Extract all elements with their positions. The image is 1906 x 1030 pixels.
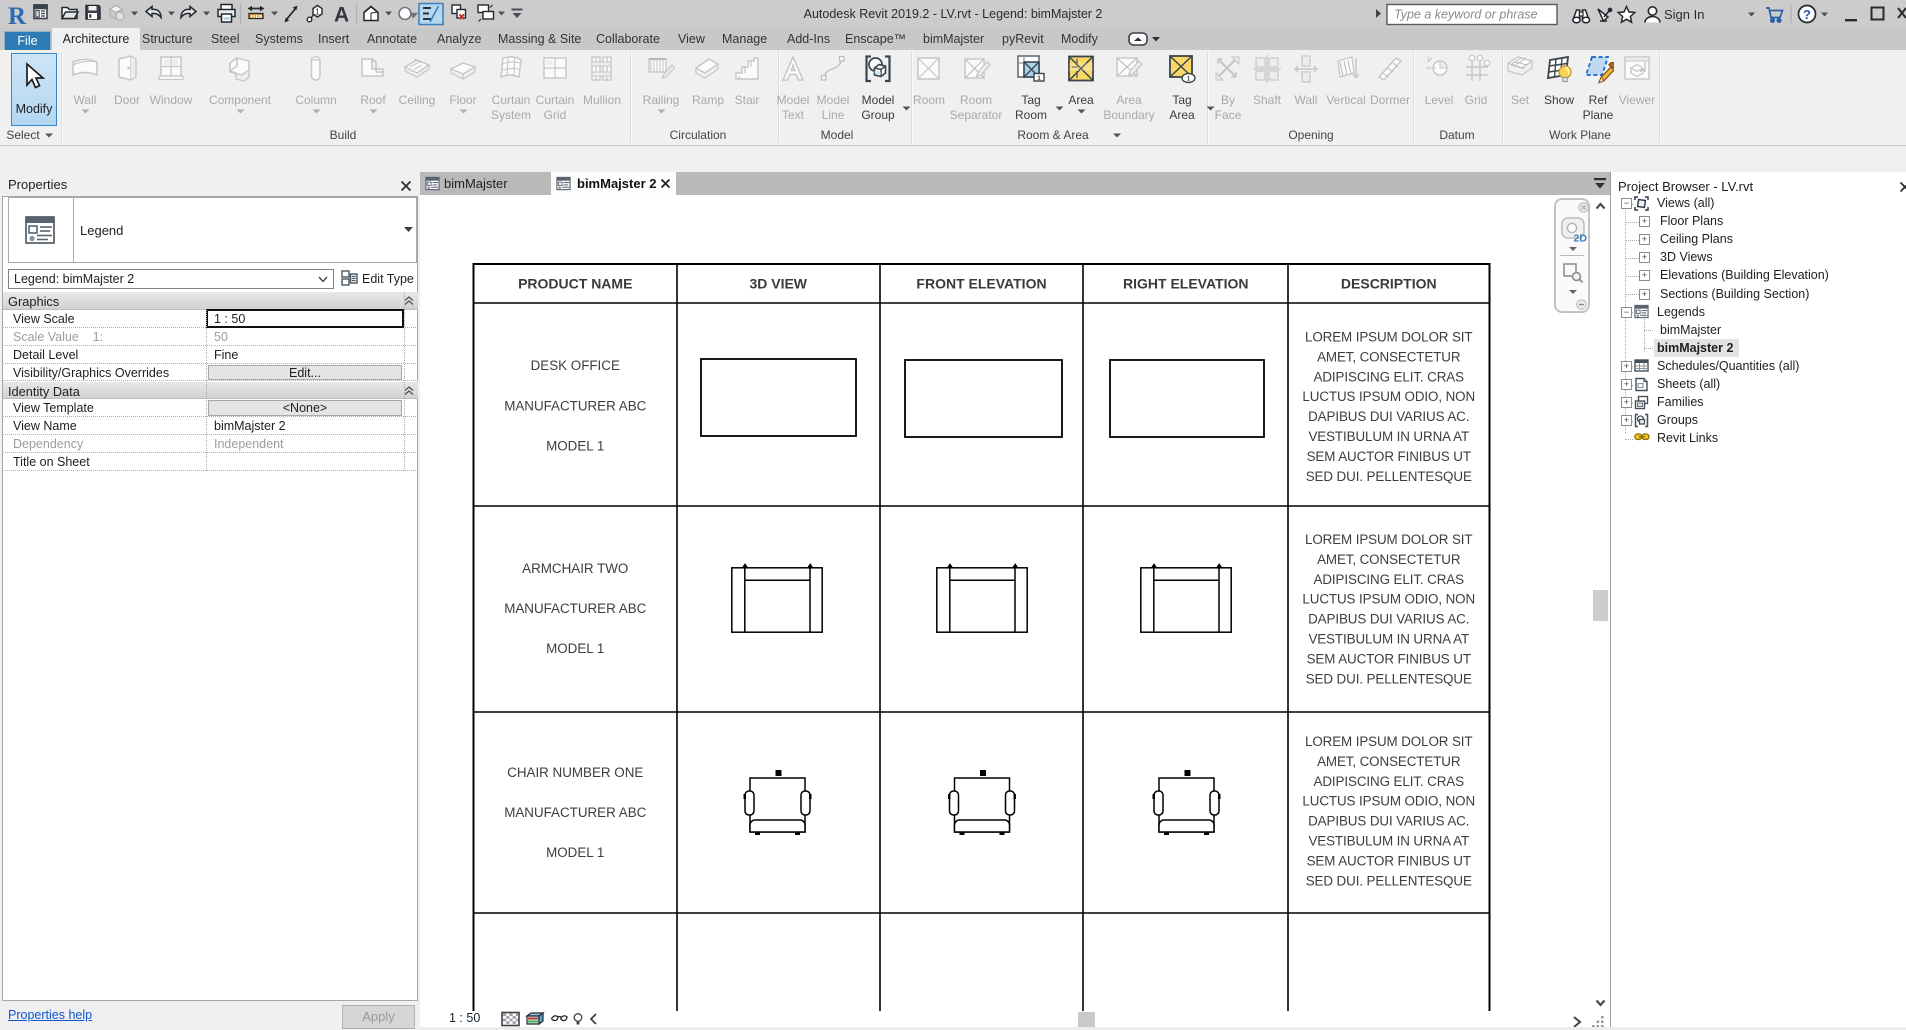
svg-text:1: 1 (315, 8, 320, 17)
svg-text:DESK OFFICE: DESK OFFICE (531, 358, 620, 373)
svg-text:Autodesk Revit 2019.2 - LV.rvt: Autodesk Revit 2019.2 - LV.rvt - Legend:… (804, 7, 1103, 21)
svg-text:DAPIBUS DUI VARIUS AC.: DAPIBUS DUI VARIUS AC. (1308, 814, 1469, 829)
svg-text:SEM AUCTOR FINIBUS UT: SEM AUCTOR FINIBUS UT (1307, 853, 1471, 868)
svg-text:MANUFACTURER ABC: MANUFACTURER ABC (504, 399, 646, 414)
svg-text:LOREM IPSUM DOLOR SIT: LOREM IPSUM DOLOR SIT (1305, 330, 1473, 345)
svg-text:3D VIEW: 3D VIEW (749, 276, 807, 292)
svg-text:VESTIBULUM IN URNA AT: VESTIBULUM IN URNA AT (1308, 632, 1469, 647)
svg-text:VESTIBULUM IN URNA AT: VESTIBULUM IN URNA AT (1308, 834, 1469, 849)
svg-text:MODEL 1: MODEL 1 (546, 641, 604, 656)
svg-text:MANUFACTURER ABC: MANUFACTURER ABC (504, 805, 646, 820)
svg-text:1: 1 (1037, 75, 1041, 82)
svg-text:ARMCHAIR TWO: ARMCHAIR TWO (522, 561, 628, 576)
svg-text:2D: 2D (1574, 233, 1588, 245)
svg-text:FRONT ELEVATION: FRONT ELEVATION (916, 276, 1046, 292)
svg-text:R: R (8, 3, 27, 28)
svg-text:LOREM IPSUM DOLOR SIT: LOREM IPSUM DOLOR SIT (1305, 532, 1473, 547)
svg-text:VESTIBULUM IN URNA AT: VESTIBULUM IN URNA AT (1308, 429, 1469, 444)
svg-text:DAPIBUS DUI VARIUS AC.: DAPIBUS DUI VARIUS AC. (1308, 409, 1469, 424)
svg-text:AMET, CONSECTETUR: AMET, CONSECTETUR (1317, 552, 1461, 567)
svg-text:Sign In: Sign In (1664, 7, 1704, 22)
svg-text:CHAIR NUMBER ONE: CHAIR NUMBER ONE (507, 765, 643, 780)
svg-text:?: ? (1803, 7, 1811, 22)
svg-text:AMET, CONSECTETUR: AMET, CONSECTETUR (1317, 754, 1461, 769)
svg-text:LUCTUS IPSUM ODIO, NON: LUCTUS IPSUM ODIO, NON (1302, 794, 1475, 809)
svg-text:LOREM IPSUM DOLOR SIT: LOREM IPSUM DOLOR SIT (1305, 734, 1473, 749)
svg-text:SED DUI. PELLENTESQUE: SED DUI. PELLENTESQUE (1306, 671, 1472, 686)
svg-text:SED DUI. PELLENTESQUE: SED DUI. PELLENTESQUE (1306, 469, 1472, 484)
svg-text:SED DUI. PELLENTESQUE: SED DUI. PELLENTESQUE (1306, 873, 1472, 888)
svg-text:MANUFACTURER ABC: MANUFACTURER ABC (504, 601, 646, 616)
svg-text:MODEL 1: MODEL 1 (546, 439, 604, 454)
svg-text:SEM AUCTOR FINIBUS UT: SEM AUCTOR FINIBUS UT (1307, 449, 1471, 464)
svg-text:Type a keyword or phrase: Type a keyword or phrase (1394, 8, 1538, 22)
svg-text:DAPIBUS DUI VARIUS AC.: DAPIBUS DUI VARIUS AC. (1308, 612, 1469, 627)
svg-text:PRODUCT NAME: PRODUCT NAME (518, 276, 632, 292)
svg-text:ADIPISCING ELIT. CRAS: ADIPISCING ELIT. CRAS (1314, 369, 1465, 384)
svg-text:AMET, CONSECTETUR: AMET, CONSECTETUR (1317, 349, 1461, 364)
svg-text:SEM AUCTOR FINIBUS UT: SEM AUCTOR FINIBUS UT (1307, 651, 1471, 666)
svg-text:ADIPISCING ELIT. CRAS: ADIPISCING ELIT. CRAS (1314, 572, 1465, 587)
svg-text:LUCTUS IPSUM ODIO, NON: LUCTUS IPSUM ODIO, NON (1302, 389, 1475, 404)
svg-text:RIGHT ELEVATION: RIGHT ELEVATION (1123, 276, 1248, 292)
svg-text:LUCTUS IPSUM ODIO, NON: LUCTUS IPSUM ODIO, NON (1302, 592, 1475, 607)
svg-text:MODEL 1: MODEL 1 (546, 845, 604, 860)
svg-text:ADIPISCING ELIT. CRAS: ADIPISCING ELIT. CRAS (1314, 774, 1465, 789)
svg-text:A: A (334, 4, 349, 27)
svg-text:DESCRIPTION: DESCRIPTION (1341, 276, 1437, 292)
